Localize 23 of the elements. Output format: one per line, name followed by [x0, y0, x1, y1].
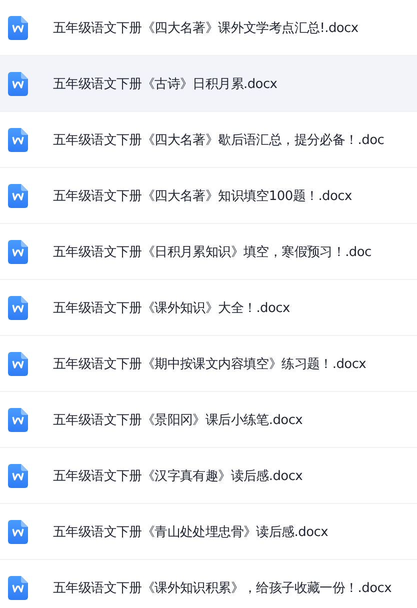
- file-name: 五年级语文下册《四大名著》知识填空100题！.docx: [53, 188, 352, 204]
- file-row[interactable]: 五年级语文下册《古诗》日积月累.docx: [0, 56, 417, 112]
- file-name: 五年级语文下册《课外知识积累》，给孩子收藏一份！.docx: [53, 580, 392, 596]
- file-name: 五年级语文下册《古诗》日积月累.docx: [53, 76, 278, 92]
- file-name: 五年级语文下册《期中按课文内容填空》练习题！.docx: [53, 356, 366, 372]
- file-name: 五年级语文下册《景阳冈》课后小练笔.docx: [53, 412, 303, 428]
- word-document-icon: [8, 576, 28, 600]
- word-document-icon: [8, 464, 28, 488]
- word-document-icon: [8, 408, 28, 432]
- file-name: 五年级语文下册《四大名著》歇后语汇总，提分必备！.doc: [53, 132, 384, 148]
- word-document-icon: [8, 296, 28, 320]
- word-document-icon: [8, 240, 28, 264]
- file-name: 五年级语文下册《汉字真有趣》读后感.docx: [53, 468, 303, 484]
- word-document-icon: [8, 520, 28, 544]
- word-document-icon: [8, 16, 28, 40]
- word-document-icon: [8, 352, 28, 376]
- word-document-icon: [8, 72, 28, 96]
- file-name: 五年级语文下册《四大名著》课外文学考点汇总!.docx: [53, 20, 358, 36]
- word-document-icon: [8, 184, 28, 208]
- word-document-icon: [8, 128, 28, 152]
- file-name: 五年级语文下册《课外知识》大全！.docx: [53, 300, 290, 316]
- file-name: 五年级语文下册《日积月累知识》填空，寒假预习！.doc: [53, 244, 372, 260]
- file-name: 五年级语文下册《青山处处埋忠骨》读后感.docx: [53, 524, 328, 540]
